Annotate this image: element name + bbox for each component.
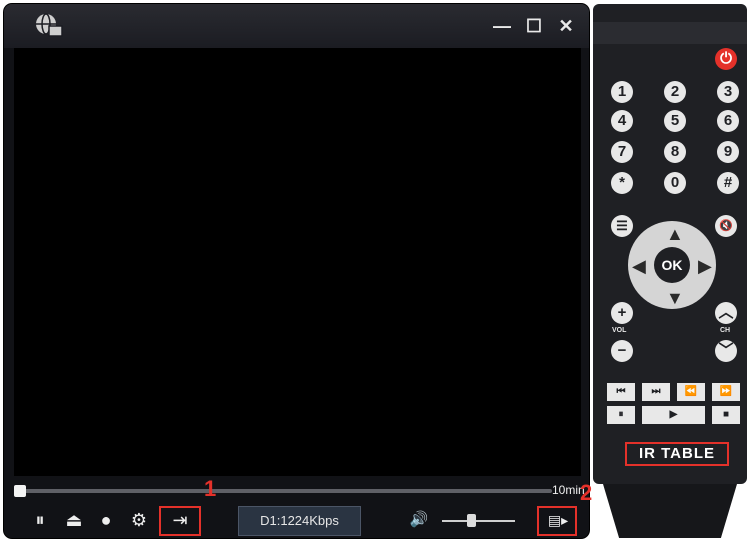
- key-9[interactable]: 9: [717, 141, 739, 163]
- channel-up-button[interactable]: ︿: [715, 302, 737, 324]
- menu-button[interactable]: ☰: [611, 215, 633, 237]
- ir-table-button[interactable]: IR TABLE: [625, 442, 729, 466]
- next-track-button[interactable]: ⏭: [642, 383, 670, 401]
- annotation-2: 2: [580, 480, 593, 505]
- close-button[interactable]: ✕: [556, 16, 576, 36]
- ok-button[interactable]: OK: [654, 247, 690, 283]
- channel-down-button[interactable]: ﹀: [715, 340, 737, 362]
- remote-control-panel: ⏻ 1 2 3 4 5 6 7 8 9 * 0 # ☰ 🔇 ▲ ▼ ◀ ▶ OK…: [593, 4, 747, 538]
- key-3[interactable]: 3: [717, 81, 739, 103]
- control-bar: ⏸ ⏏ ● ⚙ ⇥ D1:1224Kbps 🔊 ▤▸: [4, 500, 589, 538]
- power-button[interactable]: ⏻: [715, 48, 737, 70]
- annotation-1: 1: [204, 476, 217, 501]
- remote-play-button[interactable]: ▶: [642, 406, 705, 424]
- volume-slider-thumb[interactable]: [467, 514, 476, 527]
- remote-toggle-button[interactable]: ▤▸: [544, 508, 572, 532]
- seek-track[interactable]: [14, 489, 552, 493]
- volume-up-button[interactable]: +: [611, 302, 633, 324]
- record-button[interactable]: ●: [96, 508, 116, 532]
- login-button[interactable]: ⇥: [168, 508, 192, 532]
- key-0[interactable]: 0: [664, 172, 686, 194]
- channel-label: CH: [720, 327, 731, 334]
- key-7[interactable]: 7: [611, 141, 633, 163]
- key-5[interactable]: 5: [664, 110, 686, 132]
- remote-top-strip: [593, 22, 747, 44]
- seek-bar[interactable]: [14, 485, 552, 497]
- prev-track-button[interactable]: ⏮: [607, 383, 635, 401]
- left-arrow-button[interactable]: ◀: [632, 257, 646, 275]
- rewind-button[interactable]: ⏪: [677, 383, 705, 401]
- title-bar[interactable]: — ☐ ✕: [4, 4, 589, 48]
- volume-track[interactable]: [442, 520, 515, 522]
- key-4[interactable]: 4: [611, 110, 633, 132]
- video-area[interactable]: [14, 48, 581, 476]
- eject-button[interactable]: ⏏: [64, 508, 84, 532]
- direction-pad: ▲ ▼ ◀ ▶ OK: [628, 221, 716, 309]
- bitrate-display: D1:1224Kbps: [238, 506, 361, 536]
- mute-button[interactable]: 🔇: [715, 215, 737, 237]
- down-arrow-button[interactable]: ▼: [666, 289, 684, 307]
- right-arrow-button[interactable]: ▶: [698, 257, 712, 275]
- key-8[interactable]: 8: [664, 141, 686, 163]
- key-star[interactable]: *: [611, 172, 633, 194]
- player-window: — ☐ ✕ 10min ⏸ ⏏ ● ⚙ ⇥ D1:1224Kbps 🔊 ▤▸: [4, 4, 589, 538]
- volume-icon[interactable]: 🔊: [406, 508, 432, 532]
- volume-down-button[interactable]: −: [611, 340, 633, 362]
- up-arrow-button[interactable]: ▲: [666, 225, 684, 243]
- key-2[interactable]: 2: [664, 81, 686, 103]
- key-6[interactable]: 6: [717, 110, 739, 132]
- maximize-button[interactable]: ☐: [524, 16, 544, 36]
- seek-thumb[interactable]: [14, 485, 26, 497]
- remote-pause-button[interactable]: ⏸: [607, 406, 635, 424]
- remote-base: [603, 484, 737, 538]
- key-hash[interactable]: #: [717, 172, 739, 194]
- minimize-button[interactable]: —: [492, 16, 512, 36]
- volume-label: VOL: [612, 327, 627, 334]
- fast-forward-button[interactable]: ⏩: [712, 383, 740, 401]
- key-1[interactable]: 1: [611, 81, 633, 103]
- pause-button[interactable]: ⏸: [30, 508, 50, 532]
- globe-icon: [36, 13, 63, 37]
- settings-button[interactable]: ⚙: [128, 508, 150, 532]
- remote-stop-button[interactable]: ■: [712, 406, 740, 424]
